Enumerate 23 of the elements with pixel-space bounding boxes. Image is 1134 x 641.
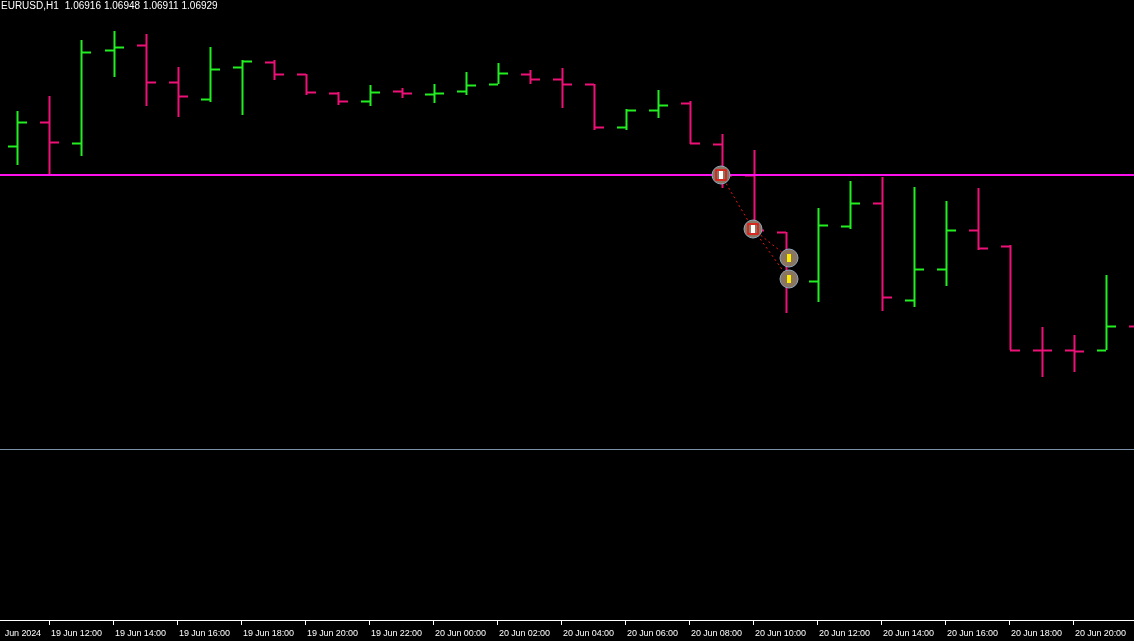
symbol-label: EURUSD,H1 (1, 0, 59, 12)
time-label: 19 Jun 16:00 (179, 628, 230, 639)
time-label: 20 Jun 02:00 (499, 628, 550, 639)
price-value: 1.06929 (181, 0, 218, 12)
time-label: 20 Jun 14:00 (883, 628, 934, 639)
time-label: 19 Jun 12:00 (51, 628, 102, 639)
time-label: 20 Jun 08:00 (691, 628, 742, 639)
time-label: 20 Jun 00:00 (435, 628, 486, 639)
time-label: 20 Jun 10:00 (755, 628, 806, 639)
time-label: 19 Jun 18:00 (243, 628, 294, 639)
time-label: 20 Jun 20:00 (1075, 628, 1126, 639)
time-label: 19 Jun 20:00 (307, 628, 358, 639)
time-label: Jun 2024 (4, 628, 42, 640)
price-value: 1.06948 (103, 0, 141, 12)
time-label: 19 Jun 14:00 (115, 628, 166, 639)
time-label: 20 Jun 12:00 (819, 628, 870, 639)
price-value: 1.06911 (143, 0, 179, 12)
time-label: 20 Jun 18:00 (1011, 628, 1062, 639)
time-label: 20 Jun 06:00 (627, 628, 678, 639)
price-value: 1.06916 (64, 0, 101, 12)
time-label: 20 Jun 04:00 (563, 628, 614, 639)
time-label: 19 Jun 22:00 (371, 628, 422, 639)
time-label: 20 Jun 16:00 (947, 628, 998, 639)
